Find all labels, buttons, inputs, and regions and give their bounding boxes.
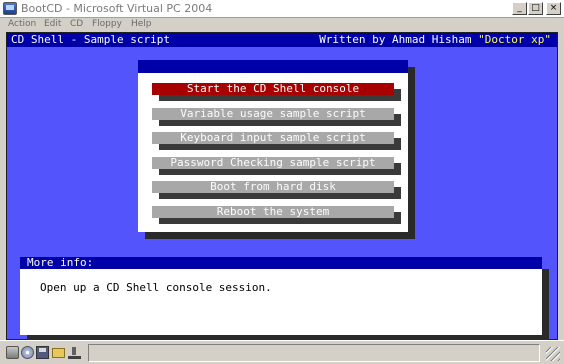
option-keyboard-script[interactable]: Keyboard input sample script: [152, 132, 394, 144]
author-nickname: "Doctor xp": [478, 33, 551, 46]
menu-help[interactable]: Help: [131, 19, 152, 29]
info-panel: More info: Open up a CD Shell console se…: [20, 257, 542, 335]
app-icon[interactable]: [3, 2, 17, 15]
author-prefix: Written by Ahmad Hisham: [319, 33, 479, 46]
menu-action[interactable]: Action: [8, 19, 36, 29]
hard-disk-icon[interactable]: [6, 346, 19, 359]
screen-header: CD Shell - Sample script Written by Ahma…: [7, 33, 557, 47]
minimize-icon: _: [517, 3, 522, 13]
dialog-title-bar: Please choose an option [X]: [138, 60, 408, 99]
cd-icon[interactable]: [21, 346, 34, 359]
status-field: [88, 344, 540, 362]
option-boot-hard-disk[interactable]: Boot from hard disk: [152, 181, 394, 193]
floppy-icon[interactable]: [36, 346, 49, 359]
info-text: Open up a CD Shell console session.: [40, 281, 272, 294]
close-button[interactable]: ×: [546, 2, 561, 15]
menu-bar: Action Edit CD Floppy Help: [0, 18, 564, 32]
status-bar: [0, 340, 564, 364]
option-password-script[interactable]: Password Checking sample script: [152, 157, 394, 169]
resize-grip-icon[interactable]: [546, 347, 560, 361]
close-icon: ×: [549, 3, 558, 13]
title-bar: BootCD - Microsoft Virtual PC 2004 _ □ ×: [0, 0, 564, 18]
option-dialog: Please choose an option [X] Start the CD…: [138, 60, 408, 232]
network-icon[interactable]: [68, 346, 81, 359]
author-credit: Written by Ahmad Hisham "Doctor xp": [319, 33, 551, 47]
minimize-button[interactable]: _: [512, 2, 527, 15]
maximize-button[interactable]: □: [528, 2, 543, 15]
info-title: More info:: [20, 257, 542, 269]
shared-folder-icon[interactable]: [52, 348, 65, 358]
option-reboot[interactable]: Reboot the system: [152, 206, 394, 218]
maximize-icon: □: [531, 3, 540, 13]
vm-screen[interactable]: CD Shell - Sample script Written by Ahma…: [6, 32, 558, 341]
menu-cd[interactable]: CD: [70, 19, 83, 29]
option-variable-script[interactable]: Variable usage sample script: [152, 108, 394, 120]
window-title: BootCD - Microsoft Virtual PC 2004: [21, 2, 213, 15]
menu-edit[interactable]: Edit: [44, 19, 61, 29]
menu-floppy[interactable]: Floppy: [92, 19, 122, 29]
option-start-console[interactable]: Start the CD Shell console: [152, 83, 394, 95]
script-title: CD Shell - Sample script: [11, 33, 170, 46]
